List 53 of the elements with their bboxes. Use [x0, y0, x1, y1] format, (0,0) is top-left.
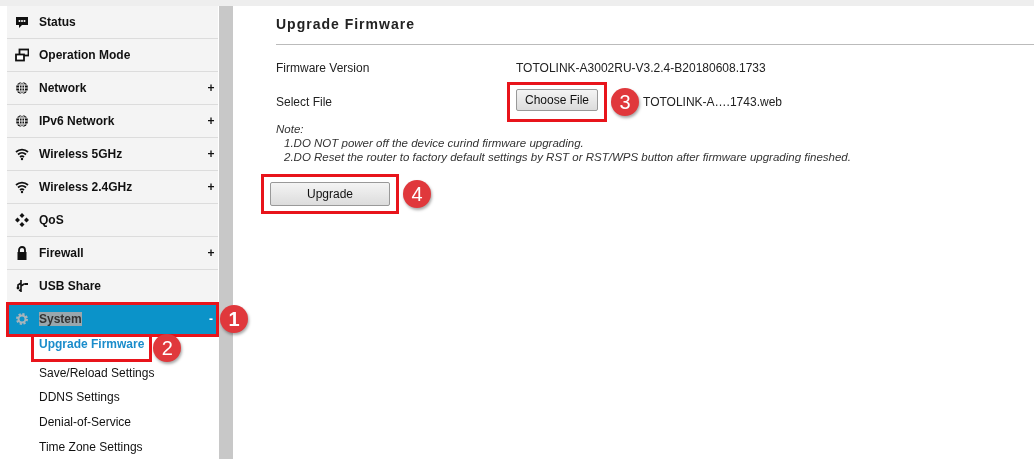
submenu-link[interactable]: Upgrade Firmware — [32, 335, 152, 362]
firmware-version: TOTOLINK-A3002RU-V3.2.4-B20180608.1733 — [516, 61, 766, 75]
expand-icon[interactable]: + — [204, 246, 218, 260]
submenu-link[interactable]: DDNS Settings — [32, 388, 127, 407]
usb-icon — [15, 279, 29, 293]
callout-badge: 4 — [403, 180, 431, 208]
menu-item[interactable]: QoS — [7, 204, 218, 237]
diamonds-icon — [15, 213, 29, 227]
globe-icon — [15, 81, 29, 95]
windows-icon — [15, 48, 29, 62]
menu-item[interactable]: Firewall + — [7, 237, 218, 270]
gear-icon — [15, 312, 29, 326]
submenu-link[interactable]: Denial-of-Service — [32, 413, 139, 432]
wifi-icon — [15, 147, 29, 161]
menu-item-label: Wireless 2.4GHz — [39, 180, 133, 194]
chat-icon — [15, 15, 29, 29]
menu-item-label: IPv6 Network — [39, 114, 115, 128]
upgrade-button[interactable]: Upgrade — [270, 182, 390, 206]
expand-icon[interactable]: + — [204, 180, 218, 194]
menu-item[interactable]: Wireless 5GHz + — [7, 138, 218, 171]
menu-item[interactable]: Wireless 2.4GHz + — [7, 171, 218, 204]
menu-item[interactable]: USB Share — [7, 270, 218, 303]
page-title: Upgrade Firmware — [276, 15, 416, 34]
menu-item[interactable]: Operation Mode — [7, 39, 218, 72]
callout-badge: 1 — [220, 305, 248, 333]
file-name: TOTOLINK-A….1743.web — [643, 95, 782, 109]
menu-item-label: QoS — [39, 213, 64, 227]
menu-item-label: USB Share — [39, 279, 102, 293]
note-text: 1.DO NOT power off the device curind firmware upgrading. — [283, 136, 585, 150]
menu-item-label: Firewall — [39, 246, 84, 260]
menu-item[interactable]: Status — [7, 6, 218, 39]
expand-icon[interactable]: + — [204, 81, 218, 95]
menu-item-label: System — [39, 312, 82, 326]
wifi-icon — [15, 180, 29, 194]
menu-item[interactable]: IPv6 Network + — [7, 105, 218, 138]
menu-item-label: Status — [39, 15, 76, 29]
submenu-link[interactable]: Time Zone Settings — [32, 437, 150, 456]
submenu-link[interactable]: Save/Reload Settings — [32, 363, 162, 382]
callout-badge: 3 — [611, 88, 640, 116]
note-heading: Note: — [276, 122, 305, 136]
note-text: 2.DO Reset the router to factory default settings by RST or RST/WPS button after firmware upgrading fineshed. — [283, 150, 852, 164]
globe-icon — [15, 114, 29, 128]
field-label: Select File — [276, 95, 334, 109]
menu-item-label: Wireless 5GHz — [39, 147, 123, 161]
choose-file-button[interactable]: Choose File — [516, 89, 599, 111]
menu-item-label: Network — [39, 81, 87, 95]
callout-badge: 2 — [153, 334, 182, 363]
expand-icon[interactable]: + — [204, 147, 218, 161]
expand-icon[interactable]: + — [204, 114, 218, 128]
field-label: Firmware Version — [276, 61, 371, 75]
menu-item[interactable]: Network + — [7, 72, 218, 105]
lock-icon — [15, 246, 29, 260]
menu-item-label: Operation Mode — [39, 48, 131, 62]
